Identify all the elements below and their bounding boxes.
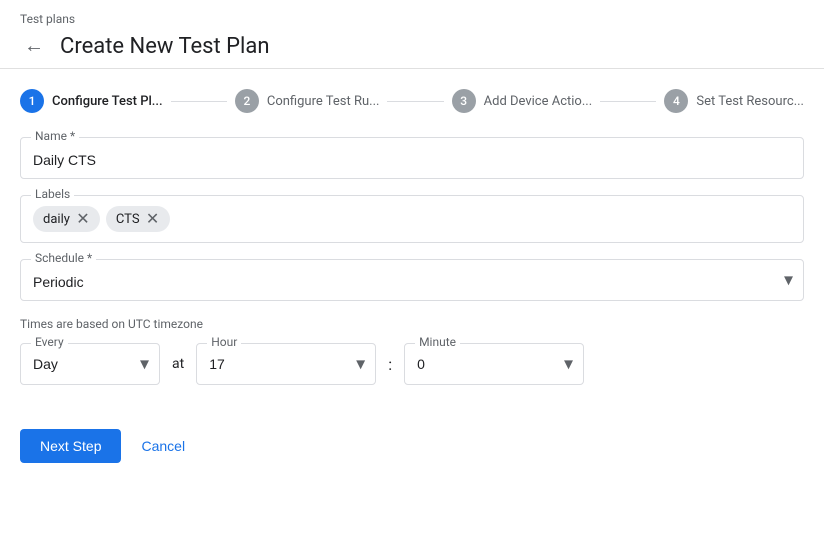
cancel-button[interactable]: Cancel (137, 429, 189, 463)
at-label: at (172, 356, 184, 372)
breadcrumb: Test plans (20, 12, 804, 26)
name-label: Name * (31, 129, 79, 143)
chip-daily-close[interactable]: ✕ (74, 210, 92, 228)
name-field: Name * (20, 137, 804, 179)
stepper: 1 Configure Test Pl... 2 Configure Test … (20, 89, 804, 113)
labels-label: Labels (31, 187, 74, 201)
step-2: 2 Configure Test Ru... (235, 89, 380, 113)
minute-label: Minute (415, 335, 460, 349)
step-1-label: Configure Test Pl... (52, 94, 163, 109)
step-3-label: Add Device Actio... (484, 94, 593, 109)
labels-field-group: Labels daily ✕ CTS ✕ (20, 195, 804, 243)
chip-daily: daily ✕ (33, 206, 100, 232)
step-connector-1 (171, 101, 227, 102)
footer: Next Step Cancel (0, 405, 824, 463)
hour-field: Hour 0123 4567 891011 12131415 16171819 … (196, 343, 376, 385)
step-3: 3 Add Device Actio... (452, 89, 593, 113)
schedule-wrapper: Schedule * Periodic Once Manual ▾ (20, 259, 804, 301)
hour-label: Hour (207, 335, 241, 349)
back-button[interactable]: ← (20, 32, 48, 60)
chip-cts: CTS ✕ (106, 206, 170, 232)
step-connector-3 (600, 101, 656, 102)
minute-select[interactable]: 051015 20253035 40455055 (405, 344, 583, 384)
name-input[interactable] (33, 138, 791, 178)
every-select[interactable]: Day Hour Week (21, 344, 159, 384)
step-4: 4 Set Test Resourc... (664, 89, 804, 113)
periodic-row: Every Day Hour Week ▾ at Hour 0123 4567 … (20, 343, 804, 385)
step-connector-2 (387, 101, 443, 102)
step-4-label: Set Test Resourc... (696, 94, 804, 109)
form-content: 1 Configure Test Pl... 2 Configure Test … (0, 69, 824, 405)
minute-field: Minute 051015 20253035 40455055 ▾ (404, 343, 584, 385)
step-4-circle: 4 (664, 89, 688, 113)
chip-daily-text: daily (43, 212, 70, 227)
every-label: Every (31, 335, 68, 349)
schedule-field-group: Schedule * Periodic Once Manual ▾ (20, 259, 804, 301)
page-title: Create New Test Plan (60, 34, 270, 59)
step-2-circle: 2 (235, 89, 259, 113)
chip-cts-close[interactable]: ✕ (144, 210, 162, 228)
hour-select[interactable]: 0123 4567 891011 12131415 16171819 20212… (197, 344, 375, 384)
step-1: 1 Configure Test Pl... (20, 89, 163, 113)
every-field: Every Day Hour Week ▾ (20, 343, 160, 385)
schedule-select[interactable]: Periodic Once Manual (21, 260, 803, 300)
chip-cts-text: CTS (116, 212, 140, 227)
step-1-circle: 1 (20, 89, 44, 113)
top-bar: Test plans ← Create New Test Plan (0, 0, 824, 69)
next-step-button[interactable]: Next Step (20, 429, 121, 463)
labels-field[interactable]: Labels daily ✕ CTS ✕ (20, 195, 804, 243)
timezone-note: Times are based on UTC timezone (20, 317, 804, 331)
step-3-circle: 3 (452, 89, 476, 113)
name-field-group: Name * (20, 137, 804, 179)
step-2-label: Configure Test Ru... (267, 94, 380, 109)
colon-separator: : (388, 355, 392, 374)
schedule-label: Schedule * (31, 251, 96, 265)
